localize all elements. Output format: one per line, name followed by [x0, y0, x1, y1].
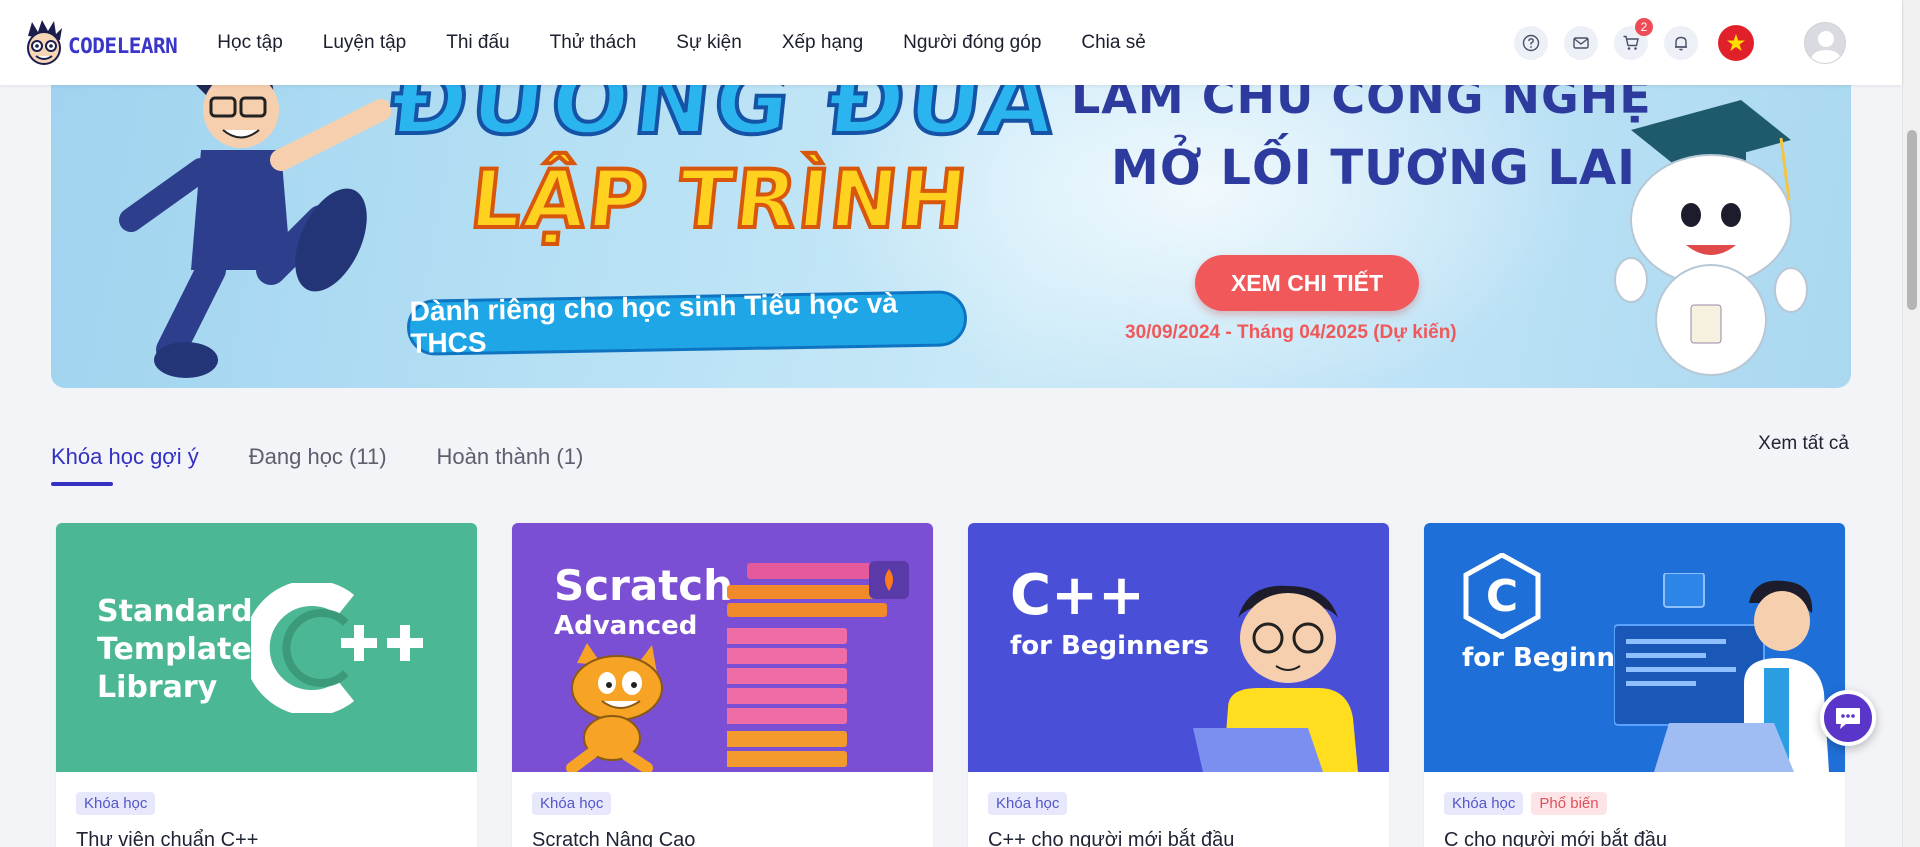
course-card-stl[interactable]: Standard Template Library Khóa học Thư v… — [56, 523, 477, 847]
thumb-text-line1: Standard — [97, 594, 253, 629]
course-title[interactable]: C cho người mới bắt đầu — [1444, 829, 1825, 847]
banner-headline-main: LẬP TRÌNH — [464, 151, 975, 248]
codelearn-logo[interactable]: CODELEARN — [22, 18, 178, 68]
page-scrollbar[interactable] — [1902, 0, 1920, 847]
thumb-text-line2: Template — [97, 632, 252, 667]
thumb-text-line2: Advanced — [554, 611, 698, 641]
course-card-scratch[interactable]: Scratch Advanced Khóa học Scratch Nâng C… — [512, 523, 933, 847]
course-tabs: Khóa học gợi ý Đang học (11) Hoàn thành … — [51, 444, 633, 486]
bell-icon — [1675, 36, 1687, 50]
tag-course: Khóa học — [988, 792, 1068, 815]
cart-count-badge: 2 — [1635, 17, 1653, 36]
scratch-cat-icon — [566, 643, 663, 772]
cpp-logo-icon — [251, 583, 423, 713]
tag-course: Khóa học — [1444, 792, 1524, 815]
language-switch[interactable] — [1718, 24, 1754, 61]
user-silhouette-icon — [1810, 30, 1842, 63]
chat-bubble-icon — [1836, 708, 1860, 729]
thumb-text-line2: for Beginners — [1010, 631, 1209, 661]
nav-item-thi-dau[interactable]: Thi đấu — [426, 32, 529, 54]
course-thumbnail-scratch: Scratch Advanced — [512, 523, 933, 772]
banner-slogan-line2: MỞ LỐI TƯƠNG LAI — [1111, 140, 1637, 196]
header-actions: 2 — [1514, 0, 1902, 85]
banner-dates: 30/09/2024 - Tháng 04/2025 (Dự kiến) — [1125, 322, 1457, 343]
banner-subtitle: Dành riêng cho học sinh Tiểu học và THCS — [406, 287, 968, 359]
promo-banner[interactable]: ĐƯỜNG ĐUA LẬP TRÌNH Dành riêng cho học s… — [51, 50, 1851, 388]
robot-mascot-illustration — [1614, 100, 1808, 376]
vietnam-flag-icon — [1727, 33, 1745, 51]
course-card-c-beginners[interactable]: C for Beginners Khóa học Phổ biến C cho … — [1424, 523, 1845, 847]
question-circle-icon — [1522, 34, 1540, 51]
thumb-text-line1: Scratch — [554, 561, 734, 610]
c-language-logo-icon: C — [1463, 553, 1541, 639]
nav-item-chia-se[interactable]: Chia sẻ — [1061, 32, 1165, 54]
user-avatar[interactable] — [1804, 21, 1846, 64]
scrollbar-thumb[interactable] — [1907, 130, 1917, 310]
course-thumbnail-c: C for Beginners — [1424, 523, 1845, 772]
banner-cta-button[interactable]: XEM CHI TIẾT — [1195, 255, 1419, 311]
course-thumbnail-cpp: C++ for Beginners — [968, 523, 1389, 772]
help-button[interactable] — [1514, 25, 1548, 60]
tab-completed[interactable]: Hoàn thành (1) — [437, 444, 584, 486]
tab-suggested[interactable]: Khóa học gợi ý — [51, 444, 199, 486]
main-nav: Học tập Luyện tập Thi đấu Thử thách Sự k… — [197, 32, 1166, 54]
tab-in-progress[interactable]: Đang học (11) — [249, 444, 387, 486]
course-title[interactable]: Scratch Nâng Cao — [532, 829, 913, 847]
kid-character-illustration — [119, 52, 391, 378]
developer-at-computer-illustration — [1614, 573, 1829, 772]
top-header: CODELEARN Học tập Luyện tập Thi đấu Thử … — [0, 0, 1902, 85]
mascot-logo-icon — [22, 18, 66, 68]
nav-item-su-kien[interactable]: Sự kiện — [656, 32, 762, 54]
chat-button[interactable] — [1820, 690, 1876, 746]
logo-text: CODELEARN — [68, 33, 178, 58]
course-thumbnail-stl: Standard Template Library — [56, 523, 477, 772]
course-card-cpp-beginners[interactable]: C++ for Beginners Khóa học C++ cho người… — [968, 523, 1389, 847]
course-list: Standard Template Library Khóa học Thư v… — [56, 523, 1845, 847]
see-all-link[interactable]: Xem tất cả — [1758, 433, 1849, 455]
tag-course: Khóa học — [532, 792, 612, 815]
thumb-text-line1: C — [1486, 571, 1518, 622]
scratch-blocks-illustration — [727, 561, 909, 767]
course-title[interactable]: Thư viện chuẩn C++ — [76, 829, 457, 847]
boy-with-laptop-illustration — [1193, 585, 1358, 772]
course-title[interactable]: C++ cho người mới bắt đầu — [988, 829, 1369, 847]
nav-item-xep-hang[interactable]: Xếp hạng — [762, 32, 883, 54]
nav-item-luyen-tap[interactable]: Luyện tập — [303, 32, 426, 54]
mail-icon — [1573, 36, 1589, 49]
nav-item-thu-thach[interactable]: Thử thách — [530, 32, 657, 54]
nav-item-hoc-tap[interactable]: Học tập — [197, 32, 302, 54]
cart-icon — [1623, 35, 1639, 50]
tag-course: Khóa học — [76, 792, 156, 815]
notifications-button[interactable] — [1664, 25, 1698, 60]
messages-button[interactable] — [1564, 25, 1598, 60]
thumb-text-line3: Library — [97, 670, 218, 705]
nav-item-nguoi-dong-gop[interactable]: Người đóng góp — [883, 32, 1061, 54]
thumb-text-line1: C++ — [1010, 563, 1145, 628]
cart-button[interactable]: 2 — [1614, 17, 1653, 60]
tag-popular: Phổ biến — [1531, 792, 1607, 815]
